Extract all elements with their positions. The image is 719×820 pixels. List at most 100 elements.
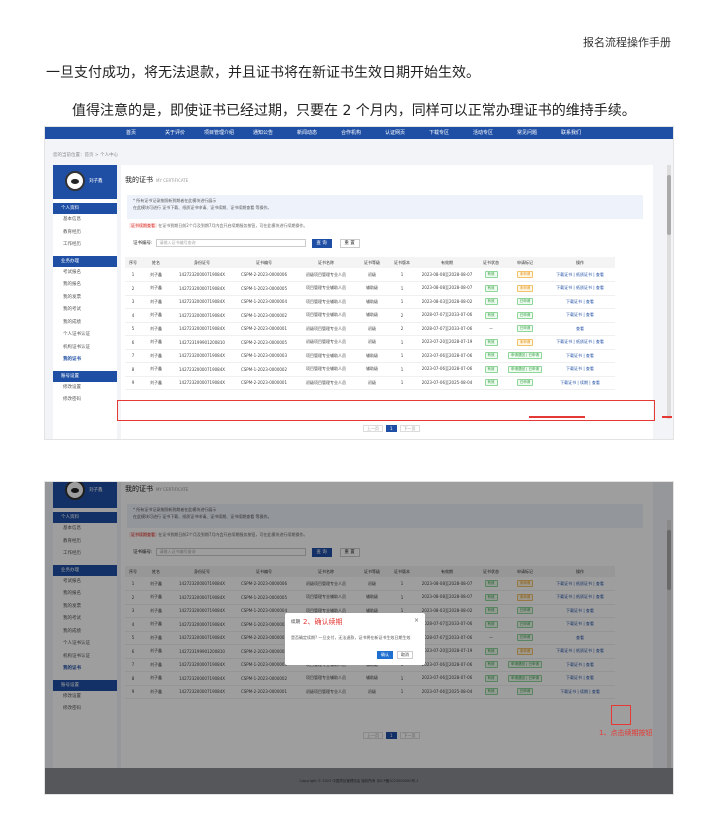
sidebar-item-0-2[interactable]: 工作经历 <box>53 239 117 252</box>
confirm-button[interactable]: 确认 <box>377 651 393 659</box>
row-actions[interactable]: 下载证书 | 查看 <box>566 299 594 304</box>
table-cell[interactable]: 下载证书 | 查看 <box>545 349 615 363</box>
table-cell: 6 <box>125 335 141 350</box>
table-cell: 有效 <box>477 295 505 309</box>
table-cell: 刘子鑫 <box>141 335 171 350</box>
nav-item-4[interactable]: 新闻动态 <box>285 127 329 139</box>
table-cell: 14272320000719084X <box>171 376 233 390</box>
apply-badge: 已申请 <box>516 311 534 319</box>
table-cell[interactable]: 查看 <box>545 322 615 336</box>
profile-card: 刘子鑫 <box>53 165 117 199</box>
scrollbar[interactable] <box>667 165 671 419</box>
sidebar-item-1-4[interactable]: 我的成绩 <box>53 317 117 330</box>
table-cell: 2023-08-03至2028-08-02 <box>417 295 477 309</box>
sidebar-item-1-0[interactable]: 考试报名 <box>53 267 117 280</box>
row-actions[interactable]: 查看 <box>576 326 584 331</box>
sidebar-item-1-5[interactable]: 个人证书认证 <box>53 329 117 342</box>
table-cell: 辅助级 <box>357 281 387 296</box>
row-actions[interactable]: 下载证书 | 查看 <box>566 353 594 358</box>
table-cell[interactable]: 下载证书 | 查看 <box>545 362 615 377</box>
dialog-message: 是否确定续期? 一旦支付，无法退款，证书将在新证书生效日期生效 <box>291 635 411 640</box>
nav-item-9[interactable]: 常见问题 <box>505 127 549 139</box>
sidebar-item-2-0[interactable]: 修改设置 <box>53 382 117 395</box>
table-cell[interactable]: 下载证书 | 纸质证书 | 查看 <box>545 281 615 296</box>
table-cell: 14272320000719084X <box>171 349 233 363</box>
nav-item-0[interactable]: 首页 <box>109 127 153 139</box>
document-header: 报名流程操作手册 <box>583 36 671 49</box>
column-header: 证书编号 <box>233 257 295 268</box>
table-cell[interactable]: 下载证书 | 纸质证书 | 查看 <box>545 335 615 350</box>
table-cell: CSPM-2-2023-0000001 <box>233 322 295 336</box>
column-header: 证书版本 <box>387 257 417 268</box>
screenshot-certificate-list: 首页 关于评价 项目管理介绍 通知公告 新闻动态 合作机构 认证网页 下载专区 活动专区 常见问题… <box>44 126 674 440</box>
row-actions[interactable]: 下载证书 | 查看 <box>566 312 594 317</box>
table-cell[interactable]: 下载证书 | 查看 <box>545 295 615 309</box>
status-badge: 有效 <box>484 338 498 346</box>
table-cell: 刘子鑫 <box>141 376 171 390</box>
table-cell[interactable]: 下载证书 | 纸质证书 | 查看 <box>545 268 615 282</box>
breadcrumb: 您的当前位置：首页 > 个人中心 <box>53 153 119 158</box>
table-cell: 1 <box>387 349 417 363</box>
nav-item-8[interactable]: 活动专区 <box>461 127 505 139</box>
table-cell[interactable]: 下载证书 | 查看 <box>545 308 615 323</box>
dialog-title: 续期 <box>291 620 300 625</box>
table-row: 9 刘子鑫 14272320000719084X CSPM-2-2023-000000… <box>125 376 615 390</box>
nav-item-1[interactable]: 关于评价 <box>153 127 197 139</box>
table-cell: 项目管理专业辅助人员 <box>295 362 357 377</box>
sidebar-item-2-1[interactable]: 修改密码 <box>53 394 117 407</box>
table-cell: 1 <box>387 362 417 377</box>
table-cell: CSPM-1-2023-0000004 <box>233 295 295 309</box>
table-cell: 2 <box>387 322 417 336</box>
apply-badge: 已申请 <box>516 379 534 387</box>
table-cell: 14272320000719084X <box>171 268 233 282</box>
nav-item-7[interactable]: 下载专区 <box>417 127 461 139</box>
table-cell: 1 <box>387 376 417 390</box>
sidebar-item-1-6[interactable]: 机构证书认证 <box>53 342 117 355</box>
cancel-button[interactable]: 取消 <box>397 651 413 659</box>
page-0[interactable]: 上一页 <box>363 425 383 432</box>
table-cell: 辅助级 <box>357 295 387 309</box>
table-cell: 初级 <box>357 376 387 390</box>
table-cell: 14272320000719084X <box>171 308 233 323</box>
nav-item-3[interactable]: 通知公告 <box>241 127 285 139</box>
table-cell: 刘子鑫 <box>141 268 171 282</box>
sidebar-item-1-2[interactable]: 我的发票 <box>53 292 117 305</box>
nav-item-6[interactable]: 认证网页 <box>373 127 417 139</box>
table-row: 5 刘子鑫 14272320000719084X CSPM-2-2023-000000… <box>125 322 615 336</box>
row-actions[interactable]: 下载证书 | 查看 <box>566 366 594 371</box>
table-row: 1 刘子鑫 14272320000719084X CSPM-2-2023-000000… <box>125 268 615 282</box>
nav-item-5[interactable]: 合作机构 <box>329 127 373 139</box>
sidebar-item-0-0[interactable]: 基本信息 <box>53 214 117 227</box>
sidebar-item-1-1[interactable]: 我的报名 <box>53 279 117 292</box>
nav-item-10[interactable]: 联系我们 <box>549 127 593 139</box>
sidebar-item-0-1[interactable]: 教育经历 <box>53 227 117 240</box>
table-cell[interactable]: 下载证书 | 续期 | 查看 <box>545 376 615 390</box>
row-actions[interactable]: 下载证书 | 纸质证书 | 查看 <box>556 272 604 277</box>
table-cell: CSPM-1-2023-0000003 <box>233 349 295 363</box>
sidebar-item-1-7[interactable]: 我的证书 <box>53 354 117 367</box>
page-2[interactable]: 下一页 <box>399 425 420 432</box>
query-button[interactable]: 查 询 <box>311 238 332 248</box>
scroll-thumb[interactable] <box>667 175 671 235</box>
table-cell: 项目管理专业辅助人员 <box>295 281 357 296</box>
top-nav: 首页 关于评价 项目管理介绍 通知公告 新闻动态 合作机构 认证网页 下载专区 活动专区 常见问题… <box>45 127 673 139</box>
table-cell: 申请退回 | 已申请 <box>505 349 545 363</box>
apply-badge: 未申请 <box>516 271 534 278</box>
table-cell: 2 <box>125 281 141 296</box>
close-icon[interactable]: × <box>414 617 419 624</box>
sidebar-item-1-3[interactable]: 我的考试 <box>53 304 117 317</box>
table-cell: 刘子鑫 <box>141 295 171 309</box>
page-1[interactable]: 1 <box>386 425 397 432</box>
table-cell: 142723199901200810 <box>171 335 233 350</box>
table-header: 序号 姓名 身份证号 证书编号 证书名称 证书等级 证书版本 有效期 证书状态 申请标记 操作 <box>125 257 615 268</box>
table-cell: 2 <box>387 308 417 323</box>
reset-button[interactable]: 重 置 <box>339 238 360 248</box>
nav-item-2[interactable]: 项目管理介绍 <box>197 127 241 139</box>
row-actions[interactable]: 下载证书 | 纸质证书 | 查看 <box>556 339 604 344</box>
apply-badge: 申请退回 | 已申请 <box>508 352 542 360</box>
table-cell: 刘子鑫 <box>141 362 171 377</box>
table-cell: CSPM-2-2023-0000005 <box>233 335 295 350</box>
search-input[interactable]: 请输入证书编号查询 <box>155 239 306 247</box>
row-actions[interactable]: 下载证书 | 纸质证书 | 查看 <box>556 285 604 290</box>
row-actions[interactable]: 下载证书 | 续期 | 查看 <box>560 380 600 385</box>
